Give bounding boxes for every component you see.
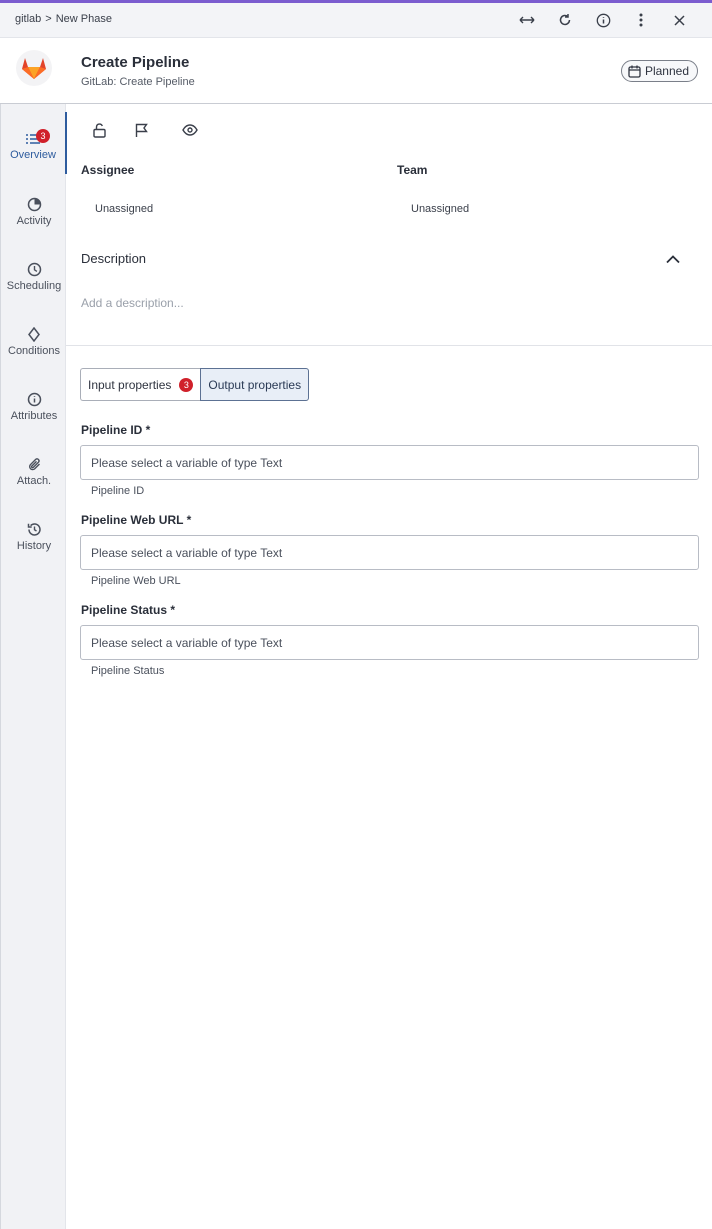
- description-input[interactable]: Add a description...: [81, 296, 184, 310]
- pipeline-id-input[interactable]: Please select a variable of type Text: [80, 445, 699, 480]
- tab-label: Input properties: [88, 377, 172, 392]
- eye-icon[interactable]: [180, 120, 200, 140]
- paperclip-icon: [28, 458, 40, 471]
- breadcrumb-root[interactable]: gitlab: [15, 13, 41, 25]
- diamond-icon: [28, 327, 40, 342]
- info-icon[interactable]: [584, 9, 622, 31]
- description-title: Description: [81, 251, 147, 266]
- divider: [66, 345, 712, 346]
- pipeline-web-url-input[interactable]: Please select a variable of type Text: [80, 535, 699, 570]
- sidebar-item-label: Scheduling: [6, 280, 62, 292]
- tab-label: Output properties: [208, 377, 302, 392]
- pipeline-web-url-help: Pipeline Web URL: [91, 575, 181, 587]
- page-title: Create Pipeline: [81, 54, 190, 71]
- clock-icon: [27, 262, 41, 277]
- overview-count-badge: 3: [36, 129, 50, 143]
- sidebar-item-label: History: [16, 540, 52, 552]
- history-icon: [27, 523, 41, 536]
- pipeline-id-placeholder: Please select a variable of type Text: [91, 455, 283, 470]
- breadcrumb: gitlab > New Phase: [15, 13, 112, 25]
- pipeline-web-url-placeholder: Please select a variable of type Text: [91, 545, 283, 560]
- status-badge[interactable]: Planned: [620, 60, 698, 82]
- pipeline-id-help: Pipeline ID: [91, 485, 145, 497]
- sidebar-item-attributes[interactable]: Attributes: [1, 372, 67, 434]
- status-label: Planned: [644, 64, 689, 78]
- pipeline-web-url-label: Pipeline Web URL *: [81, 513, 192, 527]
- sidebar-item-conditions[interactable]: Conditions: [1, 307, 67, 369]
- properties-tabs: Input properties 3 Output properties: [80, 368, 310, 401]
- lock-icon[interactable]: [89, 120, 109, 140]
- activity-icon: [27, 197, 41, 212]
- sidebar-item-label: Attributes: [10, 410, 58, 422]
- team-label: Team: [397, 163, 428, 177]
- sidebar-item-label: Activity: [16, 215, 52, 227]
- chevron-up-icon[interactable]: [665, 251, 685, 267]
- assignee-value[interactable]: Unassigned: [95, 203, 153, 215]
- info-icon: [27, 392, 41, 407]
- sidebar: 3 Overview Activity Scheduling Condition…: [0, 104, 67, 1229]
- pipeline-status-label: Pipeline Status *: [81, 603, 176, 617]
- more-vertical-icon[interactable]: [622, 9, 660, 31]
- sidebar-item-overview[interactable]: 3 Overview: [1, 112, 67, 174]
- pipeline-status-help: Pipeline Status: [91, 665, 165, 677]
- pipeline-status-placeholder: Please select a variable of type Text: [91, 635, 283, 650]
- flag-icon[interactable]: [131, 120, 151, 140]
- sidebar-item-label: Overview: [10, 149, 56, 161]
- input-count-badge: 3: [179, 377, 194, 392]
- window-controls: [508, 9, 698, 31]
- gitlab-logo-icon: [16, 50, 52, 86]
- breadcrumb-separator: >: [45, 13, 52, 25]
- expand-horizontal-icon[interactable]: [508, 9, 546, 31]
- tab-output-properties[interactable]: Output properties: [200, 368, 310, 401]
- top-bar: gitlab > New Phase: [0, 3, 712, 38]
- sidebar-item-activity[interactable]: Activity: [1, 177, 67, 239]
- sidebar-item-label: Attach.: [16, 475, 52, 487]
- breadcrumb-current: New Phase: [55, 13, 112, 25]
- header: Create Pipeline GitLab: Create Pipeline …: [0, 38, 712, 104]
- assignee-label: Assignee: [81, 163, 135, 177]
- sidebar-item-scheduling[interactable]: Scheduling: [1, 242, 67, 304]
- close-icon[interactable]: [660, 9, 698, 31]
- pipeline-status-input[interactable]: Please select a variable of type Text: [80, 625, 699, 660]
- sidebar-item-attachments[interactable]: Attach.: [1, 437, 67, 499]
- sidebar-item-label: Conditions: [8, 345, 60, 357]
- page-subtitle: GitLab: Create Pipeline: [81, 76, 195, 88]
- pipeline-id-label: Pipeline ID *: [81, 423, 151, 437]
- sidebar-item-history[interactable]: History: [1, 502, 67, 564]
- calendar-icon: [628, 65, 641, 78]
- refresh-icon[interactable]: [546, 9, 584, 31]
- tab-input-properties[interactable]: Input properties 3: [80, 368, 201, 401]
- team-value[interactable]: Unassigned: [411, 203, 469, 215]
